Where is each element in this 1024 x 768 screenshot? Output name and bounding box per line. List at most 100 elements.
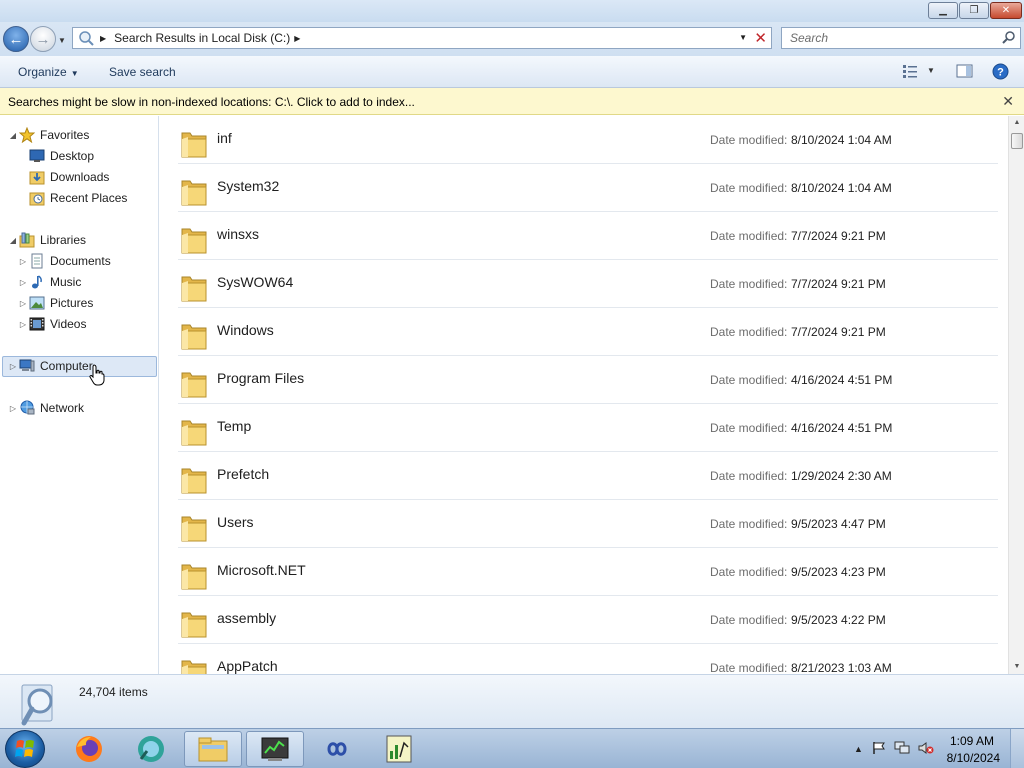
organize-button[interactable]: Organize ▼ <box>18 65 79 79</box>
forward-button[interactable]: → <box>30 26 56 52</box>
show-desktop-button[interactable] <box>1010 729 1024 768</box>
view-options-dropdown[interactable]: ▼ <box>927 66 935 75</box>
save-search-button[interactable]: Save search <box>109 65 176 79</box>
clock-date[interactable]: 8/10/2024 <box>947 751 1000 765</box>
taskbar-infinity-app[interactable] <box>308 731 366 767</box>
volume-muted-icon[interactable] <box>918 741 934 758</box>
vertical-scrollbar[interactable]: ▲ ▼ <box>1008 116 1024 674</box>
nav-label: Downloads <box>50 170 110 184</box>
file-name[interactable]: AppPatch <box>217 658 278 674</box>
maximize-button[interactable]: ❐ <box>959 2 989 19</box>
chart-app-icon <box>386 735 412 763</box>
nav-videos[interactable]: ▷ Videos <box>18 314 87 334</box>
change-view-button[interactable] <box>902 63 918 82</box>
start-button[interactable] <box>5 730 45 768</box>
file-name[interactable]: Prefetch <box>217 466 269 482</box>
expand-triangle-icon[interactable]: ▷ <box>18 320 28 329</box>
nav-libraries[interactable]: ◢ Libraries <box>8 230 86 250</box>
date-modified-value: 9/5/2023 4:47 PM <box>791 517 886 531</box>
folder-icon <box>180 416 208 448</box>
file-row[interactable]: Windows Date modified: 7/7/2024 9:21 PM <box>178 308 998 356</box>
recent-pages-dropdown[interactable]: ▼ <box>58 36 66 45</box>
taskbar-firefox[interactable] <box>60 731 118 767</box>
nav-desktop[interactable]: Desktop <box>28 146 94 166</box>
file-row[interactable]: Prefetch Date modified: 1/29/2024 2:30 AM <box>178 452 998 500</box>
nav-documents[interactable]: ▷ Documents <box>18 251 111 271</box>
file-name[interactable]: winsxs <box>217 226 259 242</box>
search-icon[interactable] <box>1002 30 1016 47</box>
nav-network[interactable]: ▷ Network <box>8 398 84 418</box>
nav-label: Documents <box>50 254 111 268</box>
file-name[interactable]: SysWOW64 <box>217 274 293 290</box>
nav-computer[interactable]: ▷ Computer <box>8 356 93 376</box>
file-row[interactable]: AppPatch Date modified: 8/21/2023 1:03 AM <box>178 644 998 674</box>
search-results-icon <box>18 679 62 730</box>
back-button[interactable]: ← <box>3 26 29 52</box>
expand-triangle-icon[interactable]: ▷ <box>8 404 18 413</box>
scroll-up-arrow-icon[interactable]: ▲ <box>1009 116 1024 130</box>
expand-triangle-icon[interactable]: ▷ <box>8 362 18 371</box>
minimize-button[interactable]: ▁ <box>928 2 958 19</box>
restore-icon: ❐ <box>969 5 979 16</box>
search-input[interactable]: Search <box>790 31 1002 45</box>
expand-triangle-icon[interactable]: ▷ <box>18 257 28 266</box>
network-status-icon[interactable] <box>894 741 910 758</box>
address-dropdown-icon[interactable]: ▼ <box>739 33 747 42</box>
collapse-triangle-icon[interactable]: ◢ <box>8 236 18 245</box>
clock-time[interactable]: 1:09 AM <box>950 734 994 748</box>
task-manager-icon <box>261 737 289 761</box>
preview-pane-button[interactable] <box>956 63 973 82</box>
scroll-thumb[interactable] <box>1011 133 1023 149</box>
nav-recent-places[interactable]: Recent Places <box>28 188 127 208</box>
desktop-icon <box>28 148 46 164</box>
file-row[interactable]: inf Date modified: 8/10/2024 1:04 AM <box>178 116 998 164</box>
taskbar-task-manager[interactable] <box>246 731 304 767</box>
file-row[interactable]: assembly Date modified: 9/5/2023 4:22 PM <box>178 596 998 644</box>
nav-pictures[interactable]: ▷ Pictures <box>18 293 93 313</box>
info-bar-message[interactable]: Searches might be slow in non-indexed lo… <box>8 95 415 109</box>
file-name[interactable]: Program Files <box>217 370 304 386</box>
breadcrumb-chevron-icon[interactable]: ▶ <box>294 34 300 43</box>
file-name[interactable]: Windows <box>217 322 274 338</box>
collapse-triangle-icon[interactable]: ◢ <box>8 131 18 140</box>
network-icon <box>18 400 36 416</box>
file-name[interactable]: Temp <box>217 418 251 434</box>
search-box[interactable]: Search <box>781 27 1021 49</box>
breadcrumb-chevron-icon[interactable]: ▶ <box>100 34 106 43</box>
file-name[interactable]: inf <box>217 130 232 146</box>
file-name[interactable]: System32 <box>217 178 279 194</box>
nav-downloads[interactable]: Downloads <box>28 167 109 187</box>
file-name[interactable]: assembly <box>217 610 276 626</box>
close-icon[interactable]: ✕ <box>1002 93 1014 110</box>
file-row[interactable]: System32 Date modified: 8/10/2024 1:04 AM <box>178 164 998 212</box>
taskbar-app[interactable] <box>122 731 180 767</box>
stop-search-icon[interactable]: ✕ <box>754 29 767 47</box>
index-info-bar[interactable]: Searches might be slow in non-indexed lo… <box>0 88 1024 115</box>
expand-triangle-icon[interactable]: ▷ <box>18 278 28 287</box>
pictures-icon <box>28 295 46 311</box>
taskbar-explorer[interactable] <box>184 731 242 767</box>
file-row[interactable]: Program Files Date modified: 4/16/2024 4:5… <box>178 356 998 404</box>
file-row[interactable]: Users Date modified: 9/5/2023 4:47 PM <box>178 500 998 548</box>
file-row[interactable]: Microsoft.NET Date modified: 9/5/2023 4:23… <box>178 548 998 596</box>
file-row[interactable]: winsxs Date modified: 7/7/2024 9:21 PM <box>178 212 998 260</box>
address-bar[interactable]: ▶ Search Results in Local Disk (C:) ▶ ▼ … <box>72 27 772 49</box>
nav-favorites[interactable]: ◢ Favorites <box>8 125 89 145</box>
file-name[interactable]: Microsoft.NET <box>217 562 306 578</box>
nav-music[interactable]: ▷ Music <box>18 272 81 292</box>
folder-icon <box>180 608 208 640</box>
breadcrumb-current[interactable]: Search Results in Local Disk (C:) <box>114 31 290 45</box>
scroll-down-arrow-icon[interactable]: ▼ <box>1009 660 1024 674</box>
file-name[interactable]: Users <box>217 514 254 530</box>
file-row[interactable]: Temp Date modified: 4/16/2024 4:51 PM <box>178 404 998 452</box>
folder-icon <box>180 368 208 400</box>
action-center-flag-icon[interactable] <box>872 741 886 758</box>
help-button[interactable]: ? <box>992 63 1009 83</box>
show-hidden-icons-icon[interactable]: ▲ <box>854 744 863 754</box>
file-row[interactable]: SysWOW64 Date modified: 7/7/2024 9:21 PM <box>178 260 998 308</box>
expand-triangle-icon[interactable]: ▷ <box>18 299 28 308</box>
details-pane: 24,704 items <box>0 674 1024 728</box>
taskbar-chart-app[interactable] <box>370 731 428 767</box>
file-list: inf Date modified: 8/10/2024 1:04 AM System… <box>160 116 1008 674</box>
close-button[interactable]: ✕ <box>990 2 1022 19</box>
